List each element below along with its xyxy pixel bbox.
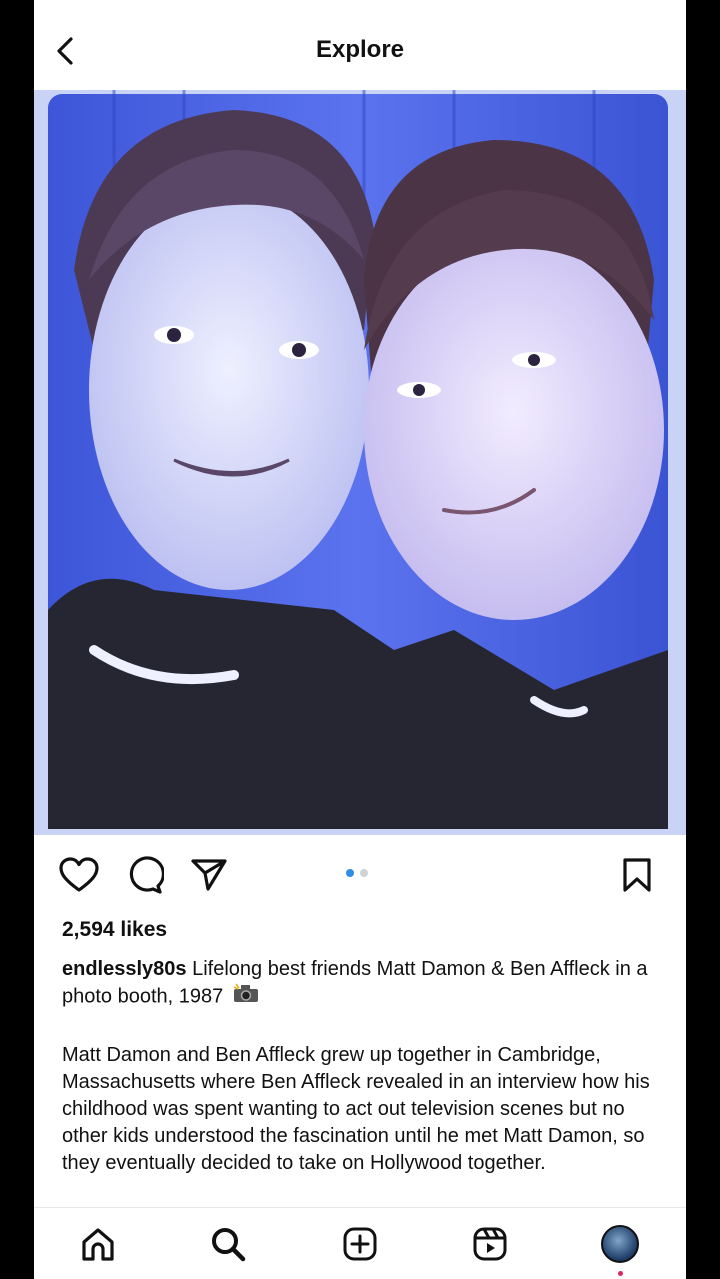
nav-home[interactable] — [76, 1222, 120, 1266]
phone-screen: Explore 2,594 likes endlessly80s Lifelon… — [34, 0, 686, 1279]
nav-reels[interactable] — [468, 1222, 512, 1266]
carousel-indicator — [346, 869, 368, 877]
heart-icon — [59, 857, 99, 892]
reels-icon — [473, 1227, 507, 1261]
share-icon — [191, 859, 227, 891]
username-link[interactable]: endlessly80s — [62, 958, 187, 980]
camera-with-flash-icon — [233, 983, 259, 1011]
create-icon — [343, 1227, 377, 1261]
post-description: Matt Damon and Ben Affleck grew up toget… — [62, 1044, 650, 1174]
share-button[interactable] — [186, 852, 232, 898]
notification-dot — [618, 1271, 623, 1276]
top-bar: Explore — [34, 0, 686, 90]
photo-booth-image — [34, 90, 686, 835]
carousel-dot-active — [346, 869, 354, 877]
bookmark-icon — [623, 858, 651, 892]
bottom-navigation — [34, 1207, 686, 1279]
nav-create[interactable] — [338, 1222, 382, 1266]
nav-search[interactable] — [206, 1222, 250, 1266]
comment-button[interactable] — [122, 852, 168, 898]
page-title: Explore — [315, 36, 405, 63]
carousel-dot — [360, 869, 368, 877]
profile-avatar — [601, 1225, 639, 1263]
post-photo[interactable] — [34, 90, 686, 835]
save-button[interactable] — [614, 852, 660, 898]
home-icon — [82, 1228, 114, 1261]
search-icon — [212, 1228, 246, 1262]
like-button[interactable] — [56, 852, 102, 898]
comment-icon — [129, 856, 164, 894]
likes-count[interactable]: 2,594 likes — [62, 918, 167, 942]
nav-profile[interactable] — [598, 1222, 642, 1266]
post-caption: endlessly80s Lifelong best friends Matt … — [62, 956, 662, 1011]
